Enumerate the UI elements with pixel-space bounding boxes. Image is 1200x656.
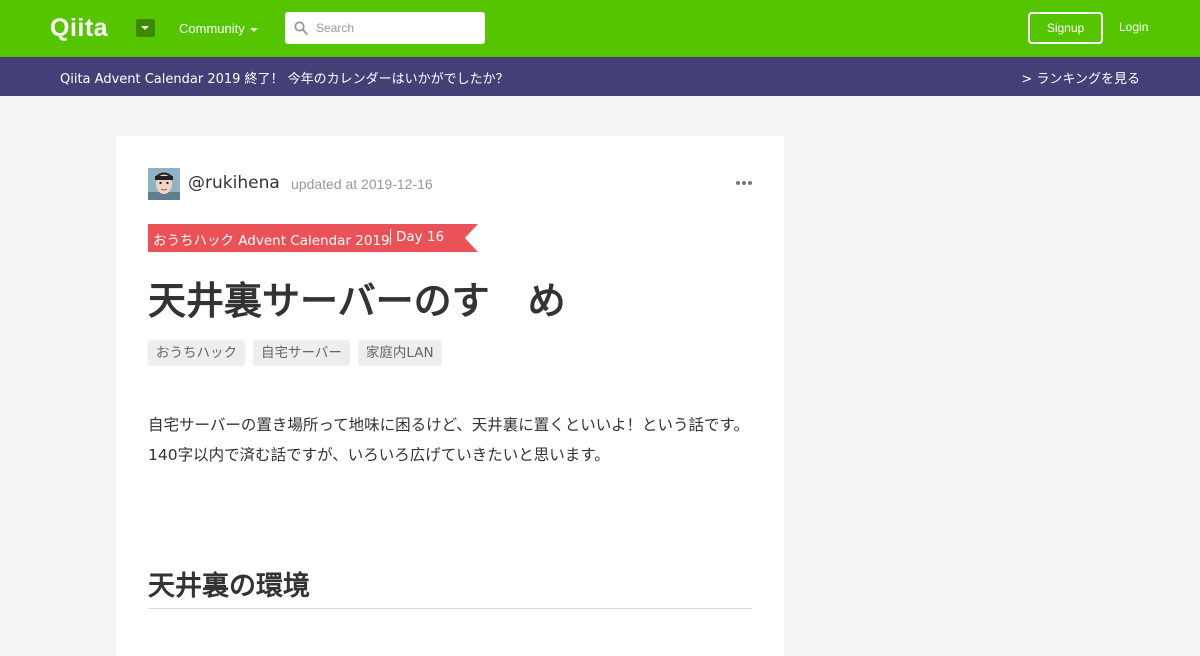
advent-calendar-ribbon[interactable]: おうちハック Advent Calendar 2019 Day 16 (148, 224, 478, 252)
author-name[interactable]: @rukihena (188, 173, 280, 193)
signup-button[interactable]: Signup (1028, 12, 1103, 44)
qiita-logo[interactable]: Qiita (50, 14, 108, 43)
search-input[interactable] (316, 12, 476, 44)
search-box (285, 12, 485, 44)
updated-date: updated at 2019-12-16 (291, 176, 433, 192)
global-header: Qiita Community Signup Login (0, 0, 1200, 57)
calendar-name: おうちハック Advent Calendar 2019 (153, 233, 390, 249)
article-card: @rukihena updated at 2019-12-16 おうちハック A… (116, 136, 784, 656)
paragraph: 140字以内で済む話ですが、いろいろ広げていきたいと思います。 (148, 446, 610, 464)
banner-text: Qiita Advent Calendar 2019 終了！ 今年のカレンダーは… (60, 72, 509, 87)
tag-home-lan[interactable]: 家庭内LAN (357, 340, 442, 366)
more-options-icon[interactable] (736, 181, 752, 187)
calendar-day: Day 16 (390, 229, 444, 245)
announcement-banner: Qiita Advent Calendar 2019 終了！ 今年のカレンダーは… (0, 57, 1200, 96)
tag-list: おうちハック 自宅サーバー 家庭内LAN (148, 340, 442, 366)
heading-divider (148, 608, 752, 609)
tag-home-server[interactable]: 自宅サーバー (253, 340, 350, 366)
article-title: 天井裏サーバーのす め (148, 279, 566, 323)
ranking-link[interactable]: > ランキングを見る (1021, 68, 1140, 87)
logo-dropdown-icon[interactable] (136, 19, 155, 37)
login-link[interactable]: Login (1119, 20, 1148, 34)
avatar[interactable] (148, 168, 180, 200)
article-body: 自宅サーバーの置き場所って地味に困るけど、天井裏に置くといいよ！という話です。 … (148, 410, 752, 470)
chevron-down-icon (250, 28, 258, 32)
tag-ouchi-hack[interactable]: おうちハック (148, 340, 245, 366)
paragraph: 自宅サーバーの置き場所って地味に困るけど、天井裏に置くといいよ！という話です。 (148, 416, 749, 434)
community-menu[interactable]: Community (179, 21, 245, 36)
section-heading: 天井裏の環境 (148, 571, 310, 602)
search-icon (294, 21, 308, 35)
